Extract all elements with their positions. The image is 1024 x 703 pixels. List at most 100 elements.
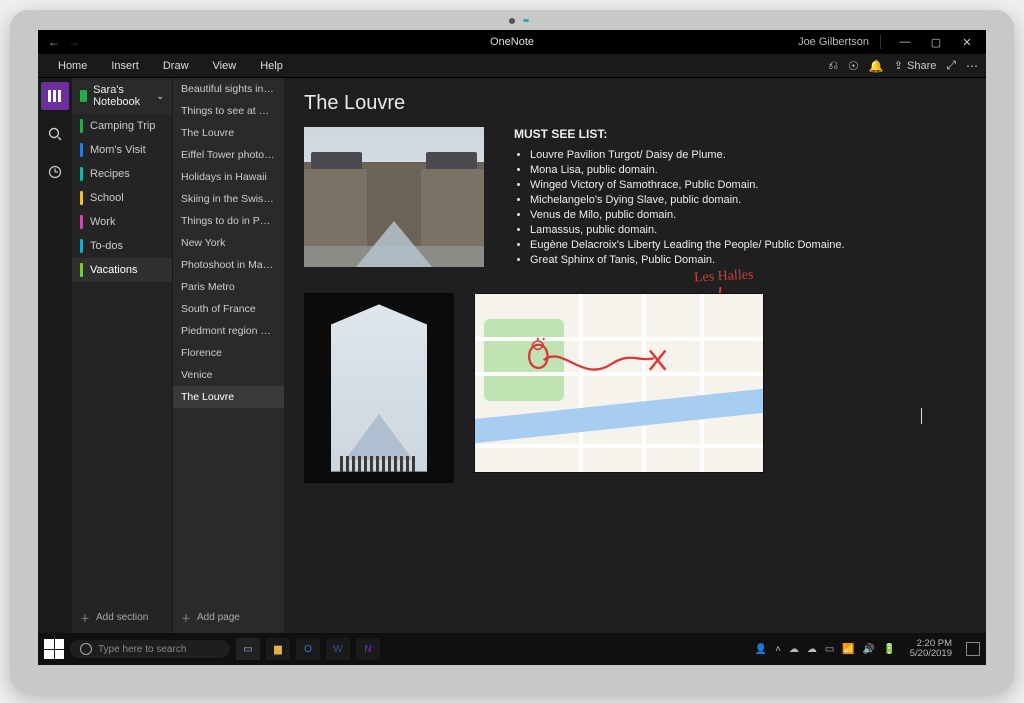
ribbon-tab-insert[interactable]: Insert [99, 54, 151, 77]
search-icon [48, 127, 62, 141]
add-section-button[interactable]: ＋ Add section [72, 602, 172, 633]
taskbar-search[interactable]: Type here to search [70, 640, 230, 658]
network-icon[interactable]: ▭ [825, 644, 834, 655]
minimize-button[interactable]: — [892, 30, 918, 54]
vertical-rail [38, 78, 72, 633]
close-button[interactable]: ✕ [954, 30, 980, 54]
device-frame: ← → OneNote Joe Gilbertson — ▢ ✕ Home In… [10, 10, 1014, 693]
list-item[interactable]: Great Sphinx of Tanis, Public Domain. [530, 254, 845, 266]
add-page-label: Add page [197, 612, 240, 623]
onedrive-icon[interactable]: ☁ [807, 644, 817, 655]
note-canvas[interactable]: The Louvre MUST SEE LIST: L [284, 78, 986, 633]
section-swatch [80, 191, 83, 205]
add-page-button[interactable]: ＋ Add page [173, 602, 284, 633]
page-item[interactable]: Skiing in the Swiss Alps [173, 188, 284, 210]
ribbon: Home Insert Draw View Help ⎌ ☉ 🔔 ⇪ Share… [38, 54, 986, 78]
ink-path[interactable] [521, 337, 682, 405]
maximize-button[interactable]: ▢ [923, 30, 949, 54]
volume-icon[interactable]: 🔊 [863, 644, 875, 655]
ribbon-tab-help[interactable]: Help [248, 54, 295, 77]
action-center-icon[interactable] [966, 642, 980, 656]
word-icon[interactable]: W [326, 638, 350, 660]
page-item[interactable]: The Louvre [173, 386, 284, 408]
must-see-list[interactable]: MUST SEE LIST: Louvre Pavilion Turgot/ D… [514, 127, 845, 269]
undo-icon[interactable]: ⎌ [828, 58, 838, 73]
outlook-icon[interactable]: O [296, 638, 320, 660]
list-item[interactable]: Venus de Milo, public domain. [530, 209, 845, 221]
user-name[interactable]: Joe Gilbertson [798, 36, 869, 48]
page-item[interactable]: Holidays in Hawaii [173, 166, 284, 188]
section-item-school[interactable]: School [72, 186, 172, 210]
page-item[interactable]: Piedmont region viney… [173, 320, 284, 342]
list-item[interactable]: Louvre Pavilion Turgot/ Daisy de Plume. [530, 149, 845, 161]
page-item[interactable]: Beautiful sights in Paris [173, 78, 284, 100]
section-item-moms-visit[interactable]: Mom's Visit [72, 138, 172, 162]
separator [880, 35, 881, 49]
section-swatch [80, 143, 83, 157]
taskbar-clock[interactable]: 2:20 PM 5/20/2019 [910, 639, 952, 660]
section-label: Work [90, 216, 115, 228]
ribbon-tab-home[interactable]: Home [46, 54, 99, 77]
battery-icon[interactable]: 🔋 [883, 644, 895, 655]
list-item[interactable]: Mona Lisa, public domain. [530, 164, 845, 176]
page-item[interactable]: The Louvre [173, 122, 284, 144]
ribbon-tab-view[interactable]: View [201, 54, 249, 77]
section-item-recipes[interactable]: Recipes [72, 162, 172, 186]
start-button[interactable] [44, 639, 64, 659]
image-louvre-arch[interactable] [304, 293, 454, 483]
recent-rail-icon[interactable] [41, 158, 69, 186]
section-item-work[interactable]: Work [72, 210, 172, 234]
onenote-brand-icon[interactable] [41, 82, 69, 110]
section-item-todos[interactable]: To-dos [72, 234, 172, 258]
people-icon[interactable]: 👤 [755, 644, 767, 655]
ink-annotation-label[interactable]: Les Halles [694, 267, 754, 286]
tray-chevron-icon[interactable]: ˄ [775, 644, 781, 655]
camera-icon [509, 18, 515, 24]
more-icon[interactable]: ⋯ [966, 59, 978, 73]
page-item[interactable]: South of France [173, 298, 284, 320]
search-icon [80, 643, 92, 655]
page-item[interactable]: Florence [173, 342, 284, 364]
share-button[interactable]: ⇪ Share [894, 59, 937, 72]
list-item[interactable]: Eugène Delacroix's Liberty Leading the P… [530, 239, 845, 251]
notebooks-icon [47, 88, 63, 104]
screen: ← → OneNote Joe Gilbertson — ▢ ✕ Home In… [38, 30, 986, 665]
section-label: Recipes [90, 168, 130, 180]
wifi-icon[interactable]: 📶 [842, 644, 854, 655]
section-item-camping-trip[interactable]: Camping Trip [72, 114, 172, 138]
search-rail-icon[interactable] [41, 120, 69, 148]
content-row-2: Les Halles [304, 293, 966, 483]
onedrive-icon[interactable]: ☁ [789, 644, 799, 655]
onenote-taskbar-icon[interactable]: N [356, 638, 380, 660]
section-label: School [90, 192, 124, 204]
notebook-picker[interactable]: Sara's Notebook ⌄ [72, 78, 172, 114]
must-see-heading: MUST SEE LIST: [514, 127, 845, 141]
ribbon-tab-draw[interactable]: Draw [151, 54, 201, 77]
list-item[interactable]: Lamassus, public domain. [530, 224, 845, 236]
page-item[interactable]: Eiffel Tower photoshoot [173, 144, 284, 166]
page-item[interactable]: Things to do in Paris [173, 210, 284, 232]
page-item[interactable]: Photoshoot in Manarola [173, 254, 284, 276]
page-item[interactable]: New York [173, 232, 284, 254]
pyramid-shape [356, 221, 432, 267]
section-swatch [80, 167, 83, 181]
page-item[interactable]: Venice [173, 364, 284, 386]
fullscreen-icon[interactable]: ⤢ [946, 58, 956, 73]
section-item-vacations[interactable]: Vacations [72, 258, 172, 282]
nav-back-icon[interactable]: ← [48, 35, 60, 49]
nav-forward-icon[interactable]: → [68, 35, 80, 49]
bell-icon[interactable]: 🔔 [869, 59, 884, 73]
lightbulb-icon[interactable]: ☉ [848, 59, 859, 73]
page-item[interactable]: Paris Metro [173, 276, 284, 298]
list-item[interactable]: Winged Victory of Samothrace, Public Dom… [530, 179, 845, 191]
section-label: Mom's Visit [90, 144, 146, 156]
image-louvre-exterior[interactable] [304, 127, 484, 267]
task-view-icon[interactable]: ▭ [236, 638, 260, 660]
page-title[interactable]: The Louvre [304, 92, 966, 115]
image-map[interactable] [474, 293, 764, 473]
page-item[interactable]: Things to see at Notre… [173, 100, 284, 122]
text-caret [921, 408, 922, 424]
plus-icon: ＋ [80, 610, 90, 625]
file-explorer-icon[interactable]: ▆ [266, 638, 290, 660]
list-item[interactable]: Michelangelo's Dying Slave, public domai… [530, 194, 845, 206]
